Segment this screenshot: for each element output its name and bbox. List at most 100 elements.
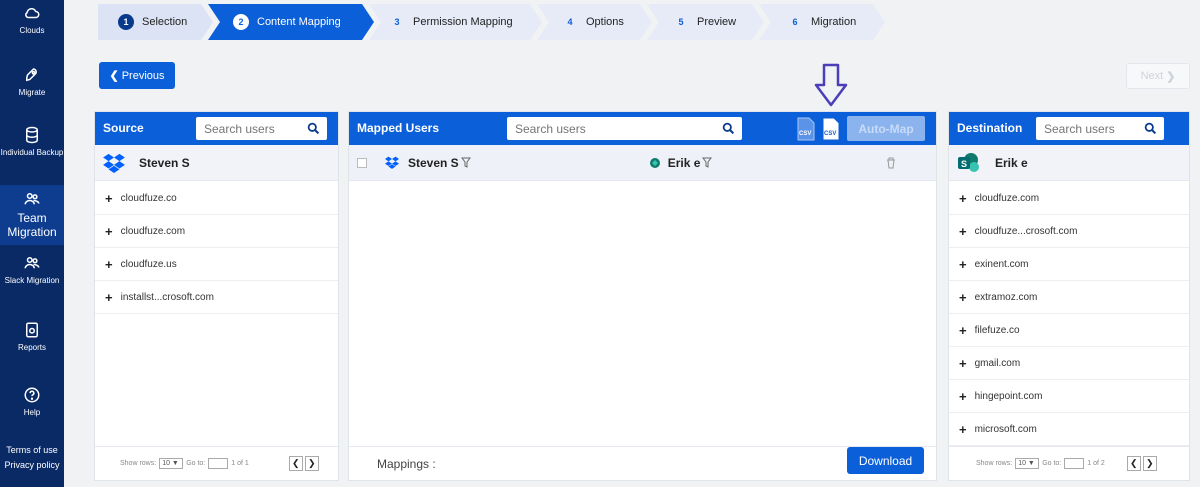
plus-icon[interactable]: +	[959, 191, 967, 206]
csv-upload-icon[interactable]: CSV	[796, 117, 816, 141]
destination-user-row[interactable]: S Erik e	[949, 145, 1189, 181]
list-item[interactable]: + gmail.com	[949, 347, 1189, 380]
step-number: 6	[792, 17, 798, 27]
auto-map-button[interactable]: Auto-Map	[847, 116, 925, 141]
domain-label: cloudfuze.com	[120, 225, 186, 237]
sidebar-item-slack-migration[interactable]: Slack Migration	[0, 254, 64, 286]
goto-input[interactable]	[1064, 458, 1085, 469]
previous-button[interactable]: ❮ Previous	[99, 62, 175, 89]
step-selection[interactable]: 1 Selection	[98, 4, 213, 40]
list-item[interactable]: + cloudfuze.com	[949, 182, 1189, 215]
step-migration[interactable]: 6 Migration	[759, 4, 885, 40]
step-label: Selection	[142, 16, 188, 28]
sidebar-item-label: Slack Migration	[4, 276, 60, 285]
sidebar-item-individual-backup[interactable]: Individual Backup	[0, 126, 64, 158]
plus-icon[interactable]: +	[105, 224, 113, 239]
plus-icon[interactable]: +	[959, 290, 967, 305]
source-user-row[interactable]: Steven S	[95, 145, 338, 181]
domain-label: cloudfuze.com	[974, 192, 1040, 204]
sidebar-item-help[interactable]: Help	[0, 386, 64, 418]
plus-icon[interactable]: +	[105, 191, 113, 206]
destination-panel: Destination S Erik e + cloudfuze.com + clo…	[948, 111, 1190, 481]
trash-icon[interactable]	[886, 157, 896, 169]
destination-search[interactable]	[1036, 117, 1164, 140]
list-item[interactable]: + extramoz.com	[949, 281, 1189, 314]
dropbox-icon	[103, 153, 125, 173]
prev-page-button[interactable]: ❮	[288, 456, 303, 471]
download-button[interactable]: Download	[847, 447, 924, 474]
plus-icon[interactable]: +	[959, 224, 967, 239]
list-item[interactable]: + cloudfuze...crosoft.com	[949, 215, 1189, 248]
list-item[interactable]: + cloudfuze.us	[95, 248, 338, 281]
domain-label: cloudfuze.us	[120, 258, 177, 270]
search-icon[interactable]	[307, 122, 320, 135]
svg-text:CSV: CSV	[824, 131, 836, 137]
terms-of-use-link[interactable]: Terms of use	[0, 445, 64, 455]
list-item[interactable]: + installst...crosoft.com	[95, 281, 338, 314]
download-label: Download	[858, 453, 913, 468]
plus-icon[interactable]: +	[959, 257, 967, 272]
step-label: Options	[586, 16, 624, 28]
step-number: 4	[567, 17, 573, 27]
list-item[interactable]: + exinent.com	[949, 248, 1189, 281]
filter-icon[interactable]	[702, 157, 713, 168]
domain-label: cloudfuze...crosoft.com	[974, 225, 1078, 237]
privacy-policy-link[interactable]: Privacy policy	[0, 460, 64, 470]
next-page-button[interactable]: ❯	[304, 456, 319, 471]
sidebar-item-clouds[interactable]: Clouds	[0, 4, 64, 36]
step-content-mapping[interactable]: 2 Content Mapping	[208, 4, 374, 40]
step-preview[interactable]: 5 Preview	[647, 4, 764, 40]
plus-icon[interactable]: +	[959, 422, 967, 437]
mapped-search[interactable]	[507, 117, 742, 140]
chevron-left-icon: ❮	[109, 70, 119, 82]
list-item[interactable]: + cloudfuze.com	[95, 215, 338, 248]
row-checkbox[interactable]	[357, 157, 367, 168]
rows-value: 10	[162, 460, 170, 467]
domain-label: cloudfuze.co	[120, 192, 177, 204]
domain-label: exinent.com	[974, 258, 1029, 270]
show-rows-label: Show rows:	[120, 460, 157, 467]
goto-input[interactable]	[208, 458, 229, 469]
source-panel-header: Source	[95, 112, 338, 145]
sidebar-item-migrate[interactable]: Migrate	[0, 66, 64, 98]
list-item[interactable]: + hingepoint.com	[949, 380, 1189, 413]
csv-download-icon[interactable]: CSV	[821, 117, 841, 141]
list-item[interactable]: + cloudfuze.co	[95, 182, 338, 215]
plus-icon[interactable]: +	[105, 290, 113, 305]
step-options[interactable]: 4 Options	[537, 4, 652, 40]
domain-label: installst...crosoft.com	[120, 291, 214, 303]
rows-select[interactable]: 10 ▼	[159, 458, 184, 469]
rows-select[interactable]: 10 ▼	[1015, 458, 1040, 469]
mapped-search-input[interactable]	[507, 117, 742, 140]
step-number: 3	[394, 17, 400, 27]
list-item[interactable]: + microsoft.com	[949, 413, 1189, 446]
source-search[interactable]	[196, 117, 327, 140]
sidebar-item-label: Team Migration	[7, 211, 57, 239]
step-label: Preview	[697, 16, 737, 28]
mapped-row[interactable]: Steven S Erik e	[349, 145, 936, 181]
mapped-panel-header: Mapped Users CSV CSV Auto-Map	[349, 112, 936, 145]
plus-icon[interactable]: +	[959, 356, 967, 371]
search-icon[interactable]	[722, 122, 735, 135]
help-icon	[24, 387, 40, 403]
domain-label: hingepoint.com	[974, 390, 1043, 402]
next-page-button[interactable]: ❯	[1142, 456, 1157, 471]
step-label: Permission Mapping	[413, 16, 513, 28]
plus-icon[interactable]: +	[959, 389, 967, 404]
step-number: 1	[118, 14, 134, 30]
next-button[interactable]: Next ❯	[1126, 63, 1190, 89]
step-permission-mapping[interactable]: 3 Permission Mapping	[369, 4, 542, 40]
prev-page-button[interactable]: ❮	[1126, 456, 1141, 471]
filter-icon[interactable]	[460, 157, 471, 168]
search-icon[interactable]	[1144, 122, 1157, 135]
sidebar-item-team-migration[interactable]: Team Migration	[0, 185, 64, 245]
sidebar-item-label: Clouds	[19, 26, 45, 35]
previous-label: Previous	[121, 69, 165, 82]
auto-map-label: Auto-Map	[858, 121, 914, 136]
plus-icon[interactable]: +	[959, 323, 967, 338]
sidebar-item-reports[interactable]: Reports	[0, 321, 64, 353]
plus-icon[interactable]: +	[105, 257, 113, 272]
destination-pager: Show rows: 10 ▼ Go to: 1 of 2 ❮ ❯	[949, 446, 1189, 480]
list-item[interactable]: + filefuze.co	[949, 314, 1189, 347]
source-title: Source	[103, 121, 144, 135]
